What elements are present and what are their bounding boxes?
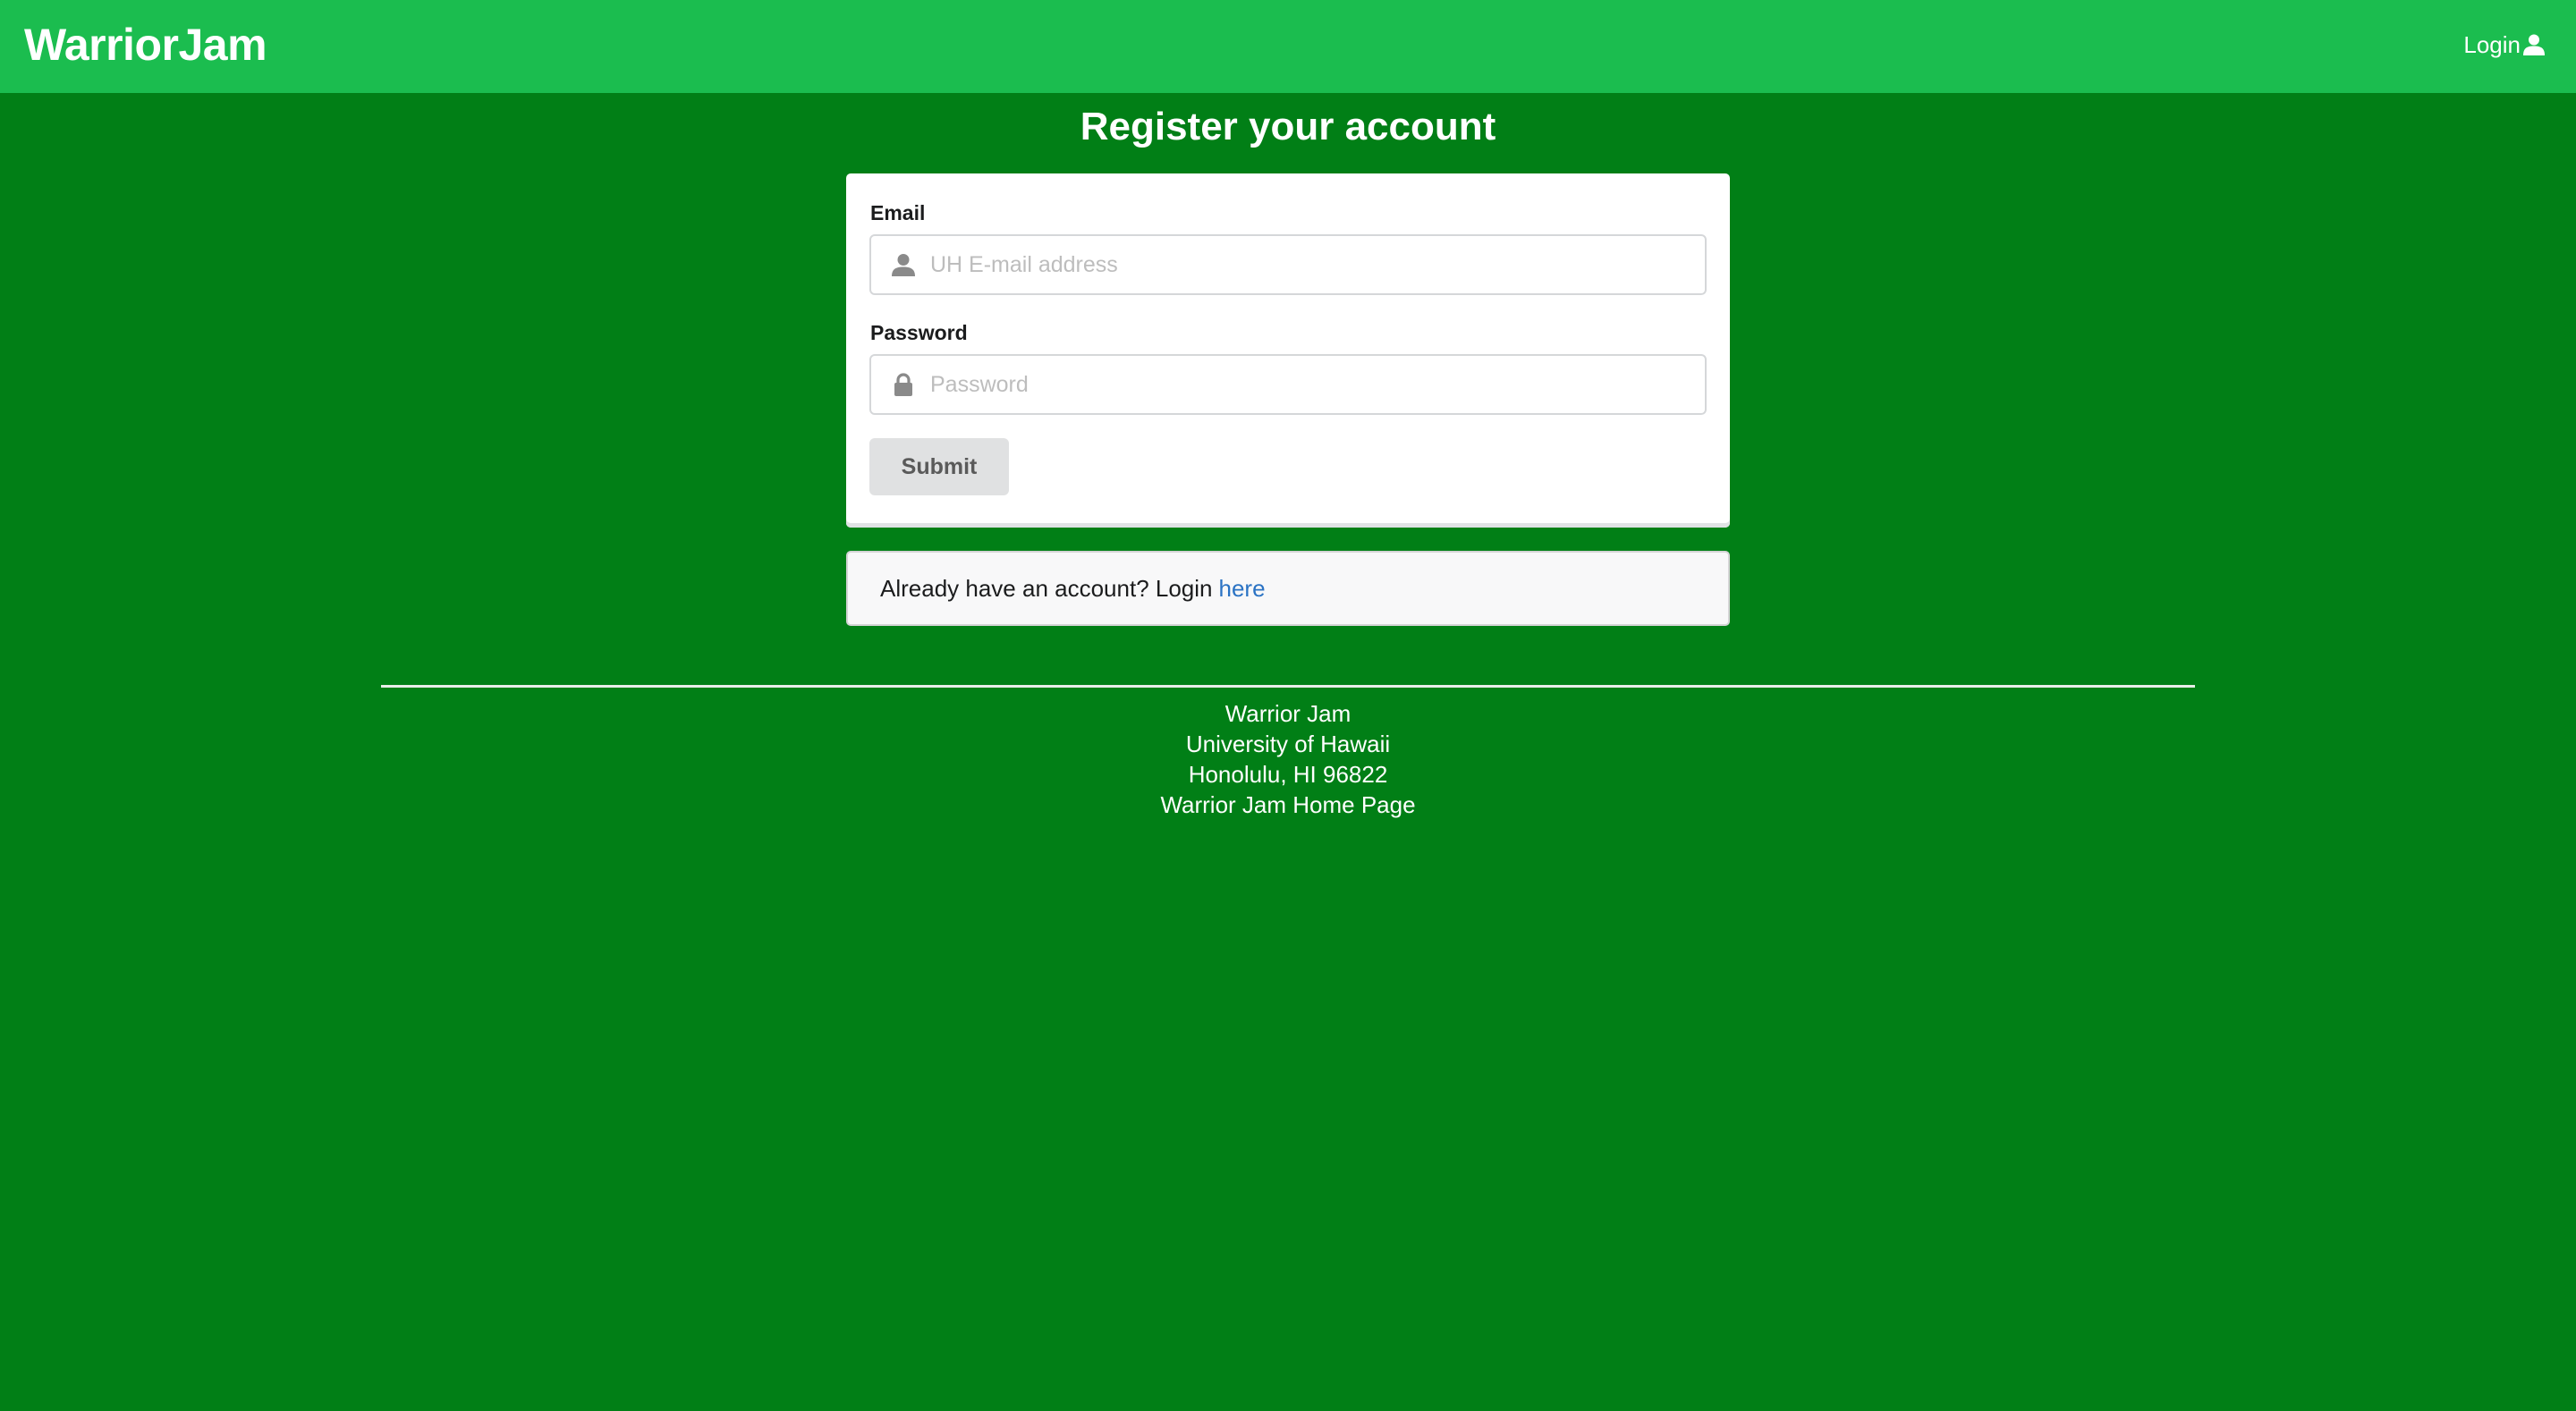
footer-university: University of Hawaii <box>1185 731 1391 757</box>
footer-home-page-link[interactable]: Warrior Jam Home Page <box>0 790 2576 820</box>
footer: Warrior Jam University of Hawaii Honolul… <box>0 698 2576 820</box>
page-title: Register your account <box>1080 105 1496 148</box>
password-label: Password <box>870 321 968 344</box>
login-message-box: Already have an account? Login here <box>846 551 1730 626</box>
top-navbar: WarriorJam Login <box>0 0 2576 93</box>
email-label: Email <box>870 201 926 224</box>
footer-divider <box>381 685 2195 688</box>
user-icon <box>2523 34 2545 55</box>
login-nav-label: Login <box>2463 30 2521 58</box>
lock-icon <box>894 373 912 396</box>
email-input[interactable] <box>930 236 1690 293</box>
password-input[interactable] <box>930 356 1690 413</box>
login-nav-button[interactable]: Login <box>2463 27 2546 63</box>
brand-logo-link[interactable]: WarriorJam <box>24 18 267 72</box>
submit-button[interactable]: Submit <box>869 438 1009 495</box>
login-message-text: Already have an account? Login <box>880 574 1213 602</box>
footer-site-name: Warrior Jam <box>1224 700 1352 727</box>
user-icon <box>892 254 915 276</box>
password-field[interactable] <box>869 354 1707 415</box>
register-form: Email Password Submit <box>846 173 1730 528</box>
login-here-link[interactable]: here <box>1219 575 1266 603</box>
footer-address: Honolulu, HI 96822 <box>1188 761 1388 788</box>
email-field[interactable] <box>869 234 1707 295</box>
